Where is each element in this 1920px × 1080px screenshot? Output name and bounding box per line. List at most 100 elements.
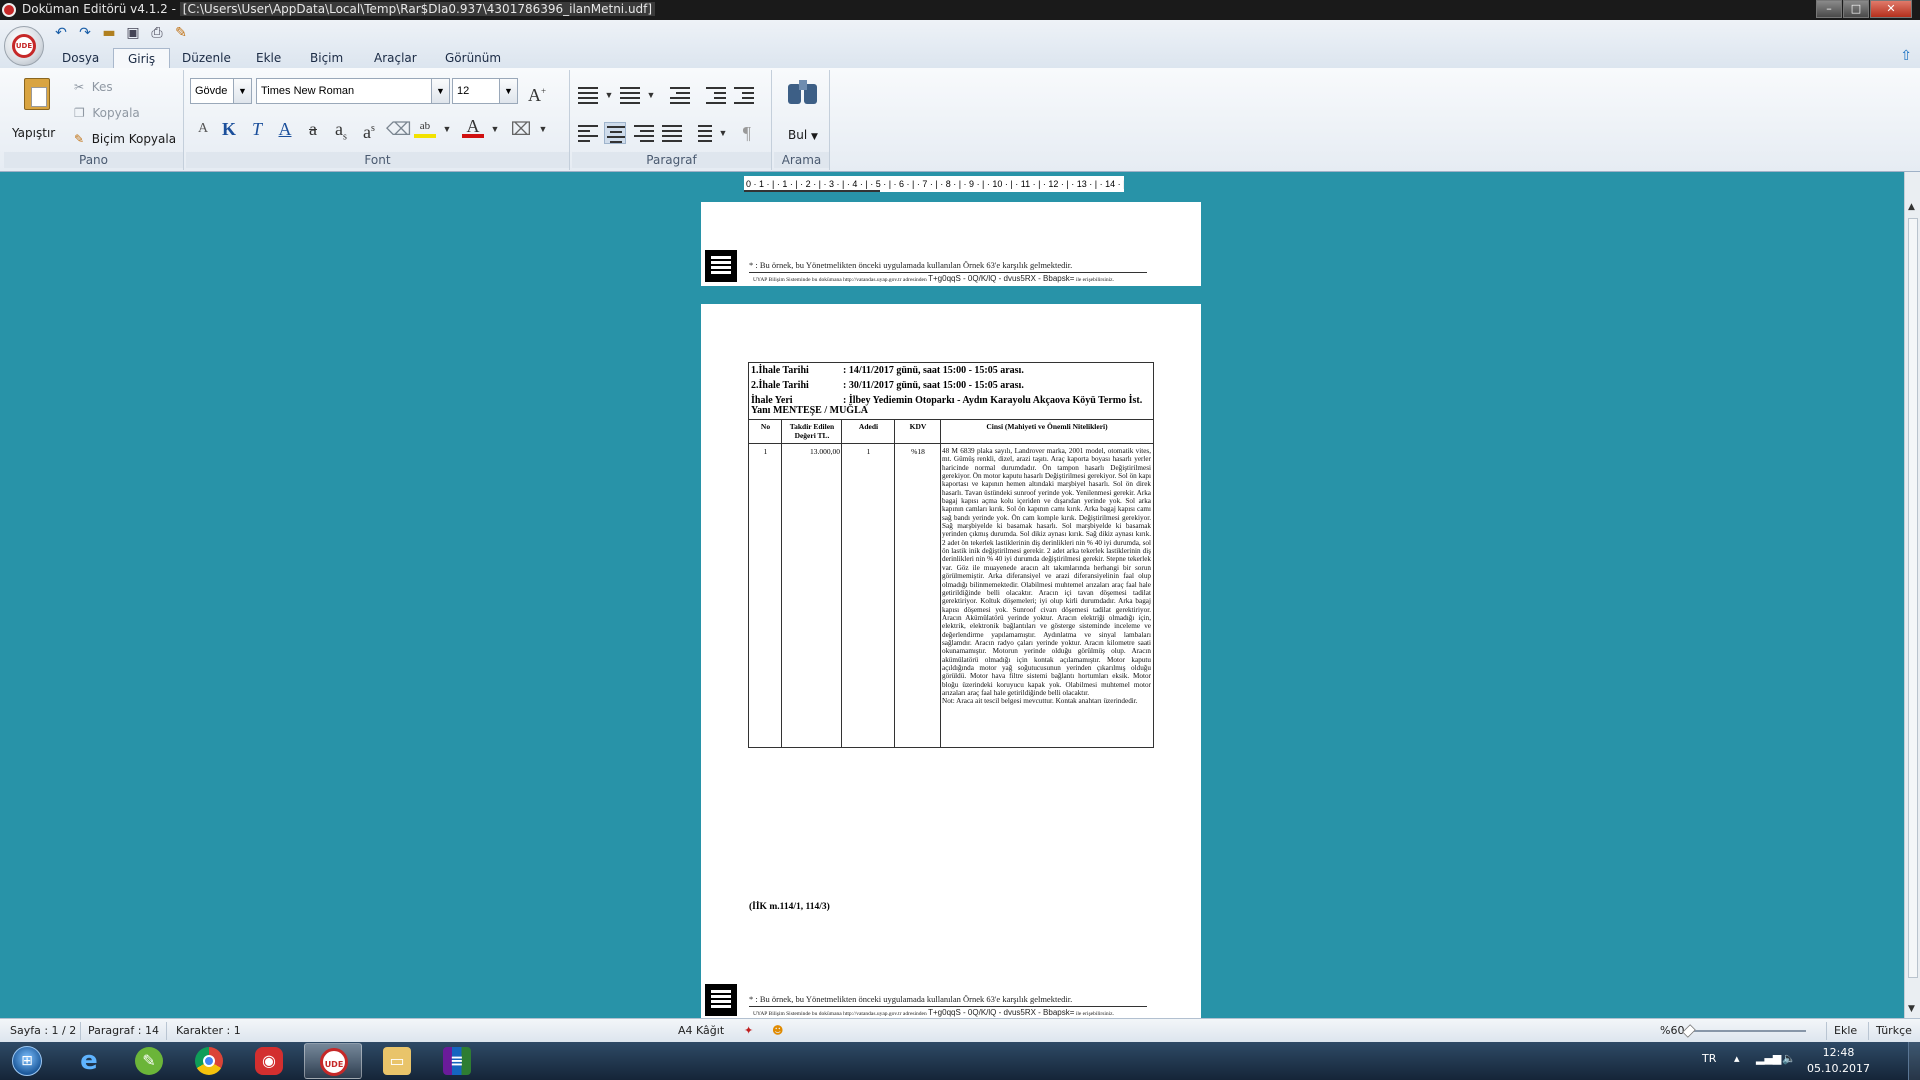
bookmark-icon[interactable]: ✦ [744, 1024, 753, 1037]
zoom-slider[interactable] [1690, 1030, 1806, 1032]
align-left-icon[interactable] [576, 122, 598, 144]
smiley-icon[interactable]: ☻ [772, 1024, 783, 1037]
chevron-down-icon[interactable]: ▼ [532, 116, 554, 142]
eraser-icon[interactable]: ⌫ [386, 116, 411, 142]
app-icon[interactable] [2, 3, 16, 17]
cut-button[interactable]: ✂ Kes [74, 80, 113, 94]
title-path: [C:\Users\User\AppData\Local\Temp\Rar$DI… [179, 2, 656, 16]
bullet-list-icon[interactable] [576, 84, 598, 106]
align-right-icon[interactable] [632, 122, 654, 144]
start-button[interactable]: ⊞ [4, 1042, 50, 1080]
increase-indent-icon[interactable] [732, 84, 754, 106]
numbered-list-icon[interactable] [618, 84, 640, 106]
font-value: Times New Roman [261, 85, 355, 97]
grow-font-button[interactable]: A+ [526, 78, 548, 105]
font-color-button[interactable]: A [462, 116, 484, 138]
superscript-button[interactable]: as [358, 116, 380, 142]
chevron-down-icon[interactable]: ▼ [431, 79, 449, 103]
subscript-button[interactable]: as [330, 116, 352, 143]
highlight-button[interactable]: ab [414, 116, 436, 138]
shrink-font-button[interactable]: A [192, 116, 214, 142]
tab-ekle[interactable]: Ekle [242, 48, 295, 68]
vertical-scrollbar[interactable]: ▲ ▼ [1904, 172, 1920, 1018]
document-workspace[interactable]: 0 · 1 · | · 1 · | · 2 · | · 3 · | · 4 · … [0, 172, 1904, 1018]
scrollbar-thumb[interactable] [1908, 218, 1918, 978]
clear-format-icon[interactable]: ⌧ [510, 116, 532, 142]
horizontal-ruler[interactable]: 0 · 1 · | · 1 · | · 2 · | · 3 · | · 4 · … [744, 176, 1124, 192]
italic-button[interactable]: T [246, 116, 268, 142]
style-select[interactable]: Gövde ▼ [190, 78, 252, 104]
scroll-up-icon[interactable]: ▲ [1908, 202, 1915, 212]
align-center-icon[interactable] [604, 122, 626, 144]
table-cell-count: 1 [866, 447, 871, 456]
line-spacing-icon[interactable] [690, 122, 712, 144]
taskbar-document-editor[interactable]: UDE [304, 1043, 362, 1079]
print-icon[interactable]: ⎙ [148, 24, 166, 42]
redo-icon[interactable]: ↷ [76, 24, 94, 42]
network-icon[interactable]: ▂▄▆ [1756, 1052, 1781, 1065]
justify-icon[interactable] [660, 122, 682, 144]
chevron-down-icon[interactable]: ▼ [712, 120, 734, 146]
status-paragraph: Paragraf : 14 [88, 1024, 159, 1037]
vehicle-note: Not: Araca ait tescil belgesi mevcuttur.… [942, 697, 1138, 706]
tab-araclar[interactable]: Araçlar [360, 48, 431, 68]
taskbar-internet-explorer[interactable]: e [60, 1043, 118, 1079]
taskbar-chrome[interactable] [180, 1043, 238, 1079]
grow-font-icon: A [527, 85, 541, 105]
paragraph-mark-icon[interactable]: ¶ [736, 120, 758, 146]
status-language[interactable]: Türkçe [1876, 1024, 1912, 1037]
chevron-down-icon[interactable]: ▼ [598, 82, 620, 108]
group-label-paragraf: Paragraf [572, 152, 771, 168]
tab-duzenle[interactable]: Düzenle [168, 48, 245, 68]
copy-button[interactable]: ❐ Kopyala [74, 106, 140, 120]
ribbon-collapse-icon[interactable]: ⇧ [1900, 48, 1912, 64]
status-insert-mode[interactable]: Ekle [1834, 1024, 1857, 1037]
app-logo: UDE [12, 34, 36, 58]
tab-bicim[interactable]: Biçim [296, 48, 357, 68]
clock[interactable]: 12:48 05.10.2017 [1807, 1045, 1870, 1077]
status-separator [80, 1022, 81, 1040]
font-size-select[interactable]: 12 ▼ [452, 78, 518, 104]
chevron-down-icon[interactable]: ▼ [436, 116, 458, 142]
language-indicator[interactable]: TR [1702, 1052, 1716, 1065]
maximize-button[interactable]: □ [1843, 0, 1869, 18]
vehicle-description: 48 M 6839 plaka sayılı, Landrover marka,… [942, 447, 1151, 697]
close-button[interactable]: ✕ [1870, 0, 1912, 18]
tab-gorunum[interactable]: Görünüm [431, 48, 515, 68]
application-menu-button[interactable]: UDE [4, 26, 44, 66]
scroll-down-icon[interactable]: ▼ [1908, 1004, 1915, 1014]
bold-button[interactable]: K [218, 116, 240, 142]
edit-icon[interactable]: ✎ [172, 24, 190, 42]
table-cell-kdv: %18 [911, 447, 925, 456]
chevron-down-icon[interactable]: ▼ [233, 79, 251, 103]
document-page[interactable]: * : Bu örnek, bu Yönetmelikten önceki uy… [701, 202, 1201, 286]
multilevel-list-icon[interactable] [668, 84, 690, 106]
tray-expand-icon[interactable]: ▴ [1734, 1052, 1740, 1065]
volume-icon[interactable]: 🔈 [1782, 1052, 1796, 1065]
open-icon[interactable]: ▬ [100, 24, 118, 42]
document-page[interactable]: 1.İhale Tarihi: 14/11/2017 günü, saat 15… [701, 304, 1201, 1018]
show-desktop-button[interactable] [1908, 1042, 1920, 1080]
minimize-button[interactable]: – [1816, 0, 1842, 18]
tab-giris[interactable]: Giriş [113, 48, 171, 68]
paste-button[interactable]: Yapıştır [10, 76, 66, 150]
taskbar-file-explorer[interactable]: ▭ [368, 1043, 426, 1079]
footnote-text: * : Bu örnek, bu Yönetmelikten önceki uy… [749, 260, 1073, 270]
taskbar-winrar[interactable]: ≡ [428, 1043, 486, 1079]
find-button[interactable]: Bul ▼ [778, 76, 824, 150]
chevron-down-icon[interactable]: ▼ [640, 82, 662, 108]
tab-dosya[interactable]: Dosya [48, 48, 113, 68]
chevron-down-icon[interactable]: ▼ [484, 116, 506, 142]
save-icon[interactable]: ▣ [124, 24, 142, 42]
underline-button[interactable]: A [274, 116, 296, 142]
format-painter-button[interactable]: ✎ Biçim Kopyala [74, 132, 176, 146]
taskbar-camera-app[interactable]: ◉ [240, 1043, 298, 1079]
taskbar-app-green[interactable]: ✎ [120, 1043, 178, 1079]
strikethrough-button[interactable]: a [302, 116, 324, 142]
undo-icon[interactable]: ↶ [52, 24, 70, 42]
font-select[interactable]: Times New Roman ▼ [256, 78, 450, 104]
chevron-down-icon[interactable]: ▼ [499, 79, 517, 103]
paste-label: Yapıştır [12, 126, 56, 140]
internet-explorer-icon: e [80, 1046, 98, 1076]
decrease-indent-icon[interactable] [704, 84, 726, 106]
